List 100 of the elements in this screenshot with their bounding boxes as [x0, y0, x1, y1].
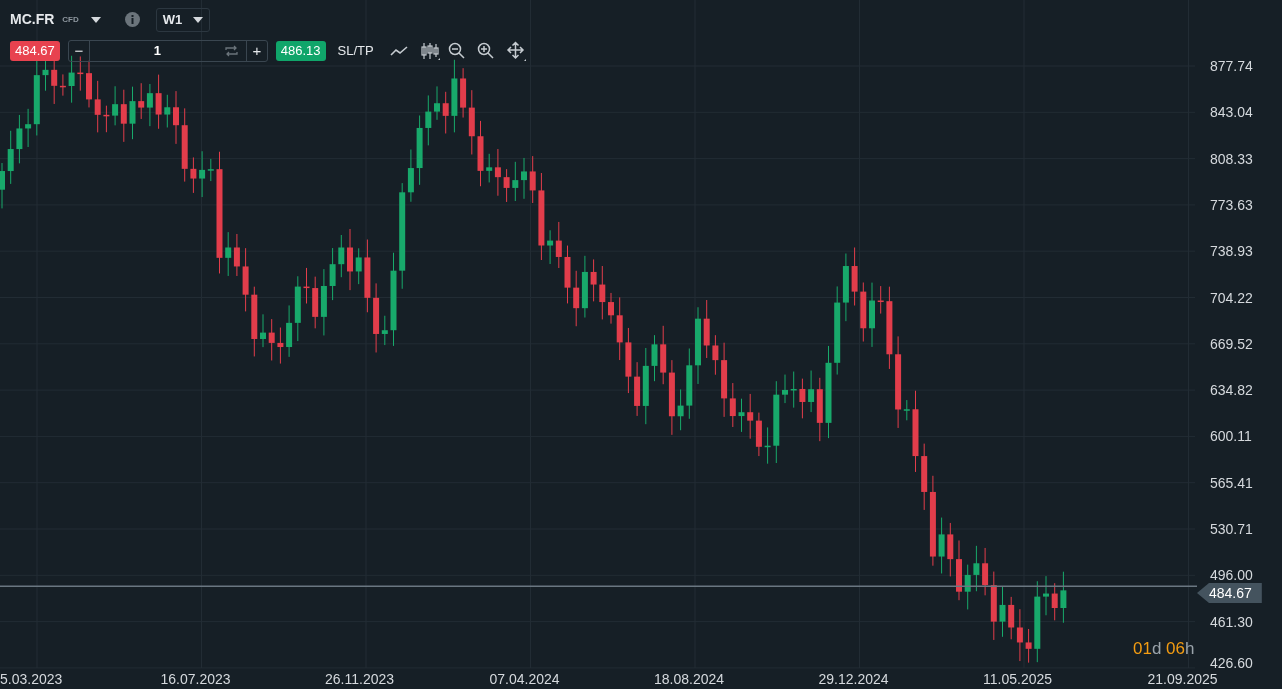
candle	[799, 378, 806, 419]
candle	[869, 282, 875, 348]
date-axis-label: 21.09.2025	[1147, 671, 1218, 687]
candle	[329, 247, 336, 301]
date-axis-label: 18.08.2024	[654, 671, 725, 687]
candle	[103, 105, 110, 133]
candle	[164, 94, 171, 128]
candle	[7, 130, 14, 185]
price-axis-label: 600.11	[1210, 428, 1252, 445]
candle	[0, 162, 5, 209]
candle	[599, 265, 606, 320]
candle	[338, 234, 345, 278]
candle	[16, 114, 23, 164]
candle	[268, 318, 275, 361]
candle	[190, 156, 197, 194]
candle	[956, 539, 962, 601]
candle	[477, 120, 484, 187]
line-chart-icon[interactable]	[389, 44, 408, 57]
price-axis-label: 669.52	[1210, 335, 1253, 352]
date-axis-label: 16.07.2023	[160, 671, 231, 687]
candle	[1051, 582, 1058, 621]
candle	[347, 228, 353, 291]
candle-countdown: 01d 06h	[1133, 638, 1195, 660]
candle	[764, 426, 771, 465]
candle	[434, 85, 440, 121]
candle	[442, 91, 449, 134]
candle	[529, 155, 536, 204]
candle	[94, 80, 101, 133]
candle	[973, 545, 980, 592]
candle	[625, 327, 632, 394]
candle	[851, 247, 858, 306]
price-axis-label: 634.82	[1210, 382, 1253, 399]
price-axis-label: 496.00	[1210, 567, 1253, 584]
date-axis-label: 26.11.2023	[325, 671, 395, 687]
date-axis-label: 11.05.2025	[983, 671, 1053, 687]
candle	[416, 115, 423, 186]
caret-icon[interactable]	[90, 16, 101, 23]
candle	[790, 371, 797, 409]
plus-button[interactable]: +	[246, 40, 267, 61]
candle	[964, 564, 971, 610]
zoom-in-icon[interactable]	[476, 42, 494, 59]
candle	[564, 245, 571, 304]
candle	[590, 258, 597, 302]
price-axis-label: 738.93	[1210, 243, 1253, 260]
move-icon[interactable]	[505, 40, 526, 61]
price-axis-label: 565.41	[1210, 474, 1253, 491]
candle	[503, 168, 510, 203]
quantity-input[interactable]: 1	[89, 39, 225, 62]
date-axis-label: 29.12.2024	[818, 671, 889, 687]
candle	[521, 157, 527, 200]
candle	[173, 90, 179, 145]
candle	[1060, 571, 1067, 624]
sltp-button[interactable]: SL/TP	[333, 40, 378, 61]
candle	[686, 348, 693, 420]
candle	[129, 86, 136, 140]
symbol-name: MC.FR	[10, 10, 55, 30]
timeframe-dropdown[interactable]: W1	[155, 8, 210, 32]
price-axis-label: 461.30	[1210, 613, 1253, 630]
candle	[947, 522, 954, 577]
date-axis-label: 5.03.2023	[0, 671, 63, 687]
candle	[42, 59, 49, 92]
candle	[860, 282, 867, 343]
price-axis-label: 877.74	[1210, 58, 1253, 74]
candle	[86, 60, 92, 108]
candle	[68, 55, 75, 104]
minus-button[interactable]: −	[68, 40, 89, 61]
candle	[155, 74, 162, 130]
candle	[712, 334, 719, 376]
candle	[651, 334, 658, 382]
candle	[616, 296, 623, 361]
price-axis-label: 773.63	[1210, 196, 1253, 213]
current-price-tag: 484.67	[1197, 583, 1262, 603]
swap-icon[interactable]	[224, 44, 238, 57]
candle	[703, 299, 710, 359]
sell-price-button[interactable]: 484.67	[10, 40, 60, 61]
price-axis-label: 808.33	[1210, 150, 1253, 167]
candle	[677, 388, 684, 431]
candle	[999, 586, 1006, 638]
candle	[277, 327, 284, 365]
candlestick-icon[interactable]	[419, 41, 440, 60]
quantity-field[interactable]: − 1 +	[67, 39, 268, 62]
candle	[938, 517, 945, 574]
candle	[782, 374, 788, 404]
candle	[260, 313, 266, 348]
candle	[877, 285, 884, 315]
price-axis-label: 530.71	[1210, 521, 1253, 537]
date-axis-label: 07.04.2024	[489, 671, 560, 687]
candle	[355, 247, 362, 285]
caret-icon	[192, 16, 203, 23]
candle	[608, 292, 614, 325]
info-icon[interactable]	[124, 12, 140, 28]
candle	[303, 267, 310, 304]
price-axis-label: 426.60	[1210, 655, 1253, 671]
candle	[738, 398, 745, 433]
price-axis-label: 843.04	[1210, 104, 1253, 121]
candle	[77, 55, 84, 92]
price-axis-label: 704.22	[1210, 289, 1253, 306]
candle	[251, 286, 258, 357]
candle	[512, 161, 519, 202]
zoom-out-icon[interactable]	[447, 42, 465, 59]
